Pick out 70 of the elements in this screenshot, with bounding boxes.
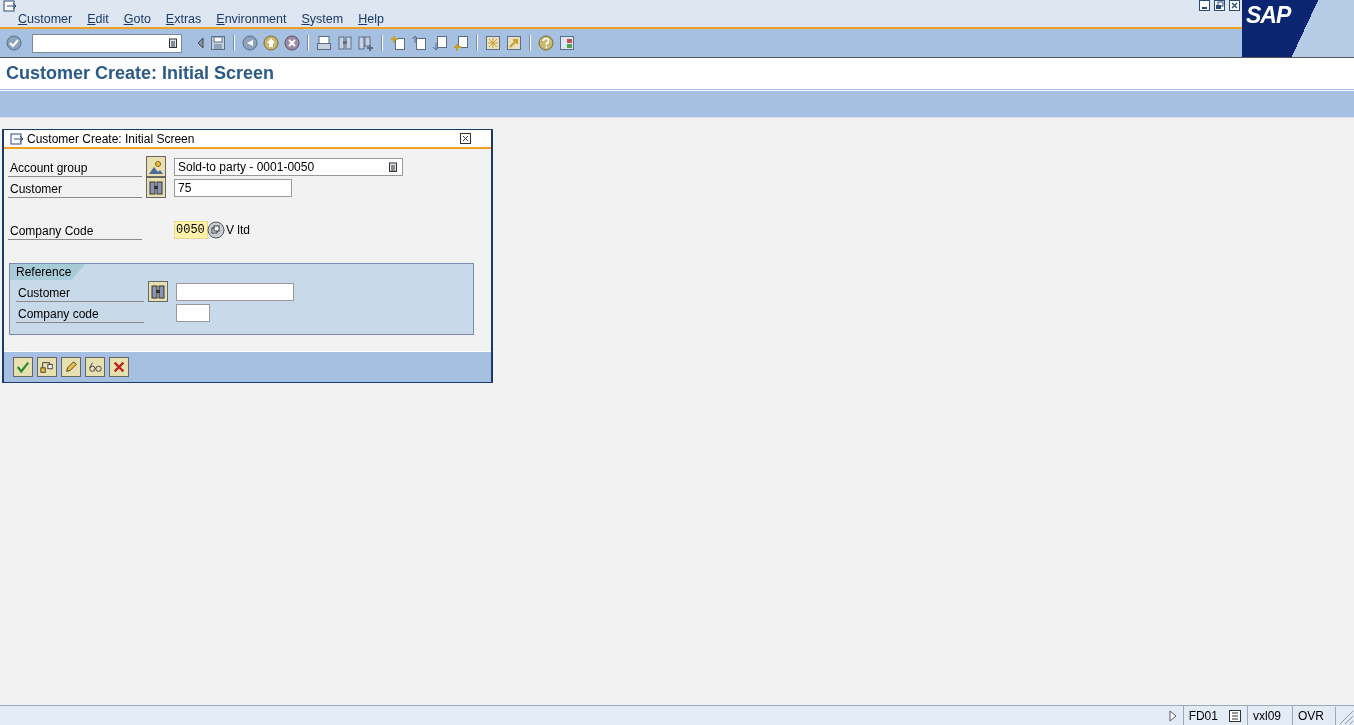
field-label: Account group — [8, 156, 142, 177]
layout-icon[interactable] — [559, 35, 575, 51]
edit-button[interactable] — [61, 357, 81, 377]
dropdown-icon[interactable] — [169, 38, 177, 48]
data-source-button[interactable] — [37, 357, 57, 377]
last-page-icon[interactable] — [453, 35, 469, 51]
continue-button[interactable] — [13, 357, 33, 377]
save-icon[interactable] — [210, 35, 226, 51]
field-label: Company Code — [8, 219, 142, 240]
menu-item[interactable]: System — [301, 12, 344, 26]
minimize-icon[interactable] — [1199, 0, 1210, 11]
command-field[interactable] — [32, 33, 182, 53]
field-label: Customer — [16, 281, 144, 302]
dropdown-icon[interactable] — [389, 161, 397, 172]
cancel-button[interactable] — [109, 357, 129, 377]
resize-grip-icon[interactable] — [1335, 706, 1354, 725]
binoculars-icon — [150, 283, 166, 300]
menu-item[interactable]: Help — [358, 12, 384, 26]
menu-item[interactable]: Edit — [87, 12, 109, 26]
page-title: Customer Create: Initial Screen — [5, 63, 275, 84]
landscape-icon — [148, 158, 164, 175]
menu-icon[interactable] — [3, 0, 17, 12]
close-icon[interactable] — [460, 133, 471, 144]
enter-icon[interactable] — [6, 35, 22, 51]
print-icon[interactable] — [316, 35, 332, 51]
close-icon[interactable] — [1229, 0, 1240, 11]
back-icon[interactable] — [242, 35, 258, 51]
system-info-icon[interactable] — [1228, 709, 1241, 722]
menu-item[interactable]: Goto — [123, 12, 151, 26]
possible-entries-icon[interactable] — [207, 220, 225, 239]
account-group-button[interactable] — [146, 156, 166, 177]
transaction-code: FD01 — [1182, 706, 1223, 725]
first-page-icon[interactable] — [390, 35, 406, 51]
input-field[interactable] — [176, 303, 210, 322]
dialog-title: Customer Create: Initial Screen — [27, 131, 196, 146]
menu-item[interactable]: Customer — [18, 12, 73, 26]
hierarchy-icon — [40, 360, 54, 374]
server-name: vxl09 — [1246, 706, 1286, 725]
menu-item[interactable]: Environment — [216, 12, 287, 26]
next-page-icon[interactable] — [432, 35, 448, 51]
glasses-icon — [88, 360, 102, 374]
menu-item[interactable]: Extras — [165, 12, 202, 26]
help-icon[interactable] — [538, 35, 554, 51]
new-session-icon[interactable] — [485, 35, 501, 51]
exit-icon[interactable] — [263, 35, 279, 51]
group-title: Reference — [10, 264, 86, 280]
shortcut-icon[interactable] — [506, 35, 522, 51]
search-button[interactable] — [148, 281, 168, 302]
input-field[interactable] — [176, 282, 294, 301]
expand-icon[interactable] — [1168, 709, 1177, 722]
display-button[interactable] — [85, 357, 105, 377]
input-field[interactable]: 0050 — [174, 220, 208, 239]
binoculars-icon[interactable] — [337, 35, 353, 51]
field-label: Company code — [16, 302, 144, 323]
search-button[interactable] — [146, 177, 166, 198]
previous-page-icon[interactable] — [411, 35, 427, 51]
back-arrow-icon[interactable] — [195, 35, 205, 51]
binoculars-plus-icon[interactable] — [358, 35, 374, 51]
cancel-icon[interactable] — [284, 35, 300, 51]
sap-logo: SAP — [1245, 1, 1291, 29]
input-field[interactable]: 75 — [174, 178, 292, 197]
cancel-icon — [112, 360, 126, 374]
pencil-icon — [64, 360, 78, 374]
binoculars-icon — [148, 179, 164, 196]
field-label: Customer — [8, 177, 142, 198]
restore-icon[interactable] — [1214, 0, 1225, 11]
check-icon — [16, 360, 30, 374]
input-mode: OVR — [1292, 706, 1329, 725]
company-description: V ltd — [225, 222, 250, 237]
dropdown-field[interactable]: Sold-to party - 0001-0050 — [174, 157, 403, 176]
